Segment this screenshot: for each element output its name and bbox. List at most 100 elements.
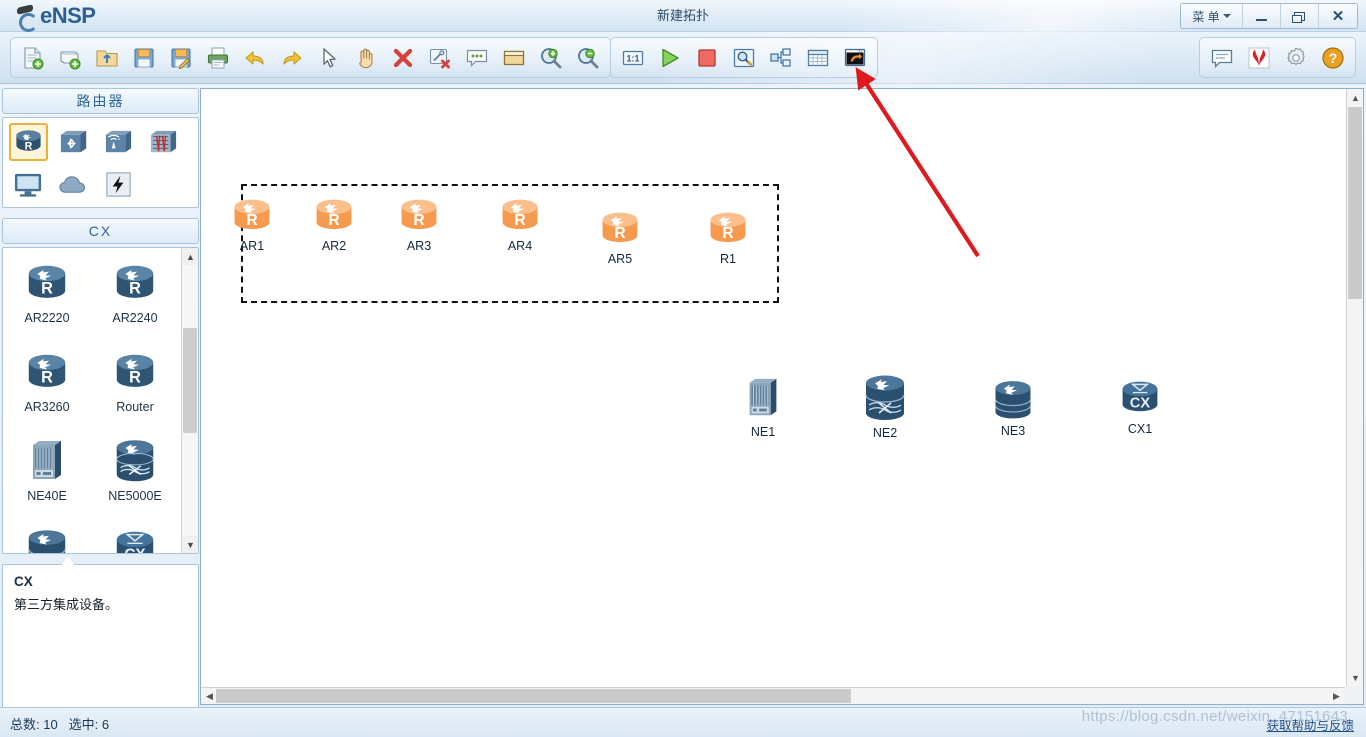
undo-button[interactable]	[237, 40, 273, 75]
status-counts: 总数: 10 选中: 6	[10, 714, 109, 733]
category-cloud[interactable]	[54, 165, 93, 203]
print-button[interactable]	[200, 40, 236, 75]
message-button[interactable]	[1204, 40, 1240, 75]
chevron-down-icon	[1222, 14, 1231, 18]
scroll-right-icon[interactable]: ▶	[1328, 688, 1345, 705]
shape-button[interactable]	[496, 40, 532, 75]
minimize-button[interactable]	[1243, 4, 1281, 28]
topology-node-ne3[interactable]: NE3	[989, 377, 1037, 438]
screen-record-button[interactable]	[837, 40, 873, 75]
category-firewall[interactable]	[144, 123, 183, 161]
topology-tree-button[interactable]	[763, 40, 799, 75]
zoom-out-button[interactable]	[570, 40, 606, 75]
device-model-router[interactable]: R Router	[91, 343, 179, 432]
scroll-down-icon[interactable]: ▼	[182, 536, 198, 553]
capture-packet-icon	[733, 48, 755, 67]
total-label: 总数:	[10, 717, 40, 732]
vertical-scroll-thumb[interactable]	[1348, 107, 1362, 299]
horizontal-scroll-thumb[interactable]	[216, 689, 851, 703]
topology-node-ar2[interactable]: R AR2	[310, 194, 358, 253]
router-selected-icon: R	[502, 199, 538, 229]
help-button[interactable]: ?	[1315, 40, 1351, 75]
scroll-down-icon[interactable]: ▼	[1347, 669, 1364, 686]
category-palette: R	[2, 117, 199, 208]
scroll-up-icon[interactable]: ▲	[182, 248, 198, 265]
remove-link-icon	[429, 48, 450, 68]
svg-text:R: R	[413, 212, 424, 229]
start-device-button[interactable]	[652, 40, 688, 75]
new-topology-button[interactable]	[15, 40, 51, 75]
select-tool-button[interactable]	[311, 40, 347, 75]
topology-node-ne2[interactable]: NE2	[859, 371, 911, 440]
topology-canvas[interactable]: R AR1 R AR2 R AR3 R AR4 R AR5 R R1 NE1 N…	[201, 89, 1345, 686]
canvas-horizontal-scrollbar[interactable]: ◀ ▶	[201, 687, 1345, 704]
new-device-button[interactable]	[52, 40, 88, 75]
canvas-vertical-scrollbar[interactable]: ▲ ▼	[1346, 89, 1363, 686]
total-value: 10	[43, 717, 58, 732]
delete-button[interactable]	[385, 40, 421, 75]
zoom-in-button[interactable]	[533, 40, 569, 75]
info-panel-tip	[61, 557, 75, 565]
remove-link-button[interactable]	[422, 40, 458, 75]
terminal-category-icon	[14, 173, 42, 197]
svg-text:R: R	[328, 212, 339, 229]
firewall-category-icon	[150, 130, 177, 152]
huawei-button[interactable]	[1241, 40, 1277, 75]
menu-button[interactable]: 菜 单	[1181, 4, 1243, 28]
router-icon: R	[110, 254, 160, 312]
save-as-icon	[171, 47, 191, 69]
device-model-ne40e[interactable]: NE40E	[3, 432, 91, 521]
grid-button[interactable]	[800, 40, 836, 75]
category-custom[interactable]	[99, 165, 138, 203]
device-model-ar2220[interactable]: R AR2220	[3, 254, 91, 343]
settings-button[interactable]	[1278, 40, 1314, 75]
node-label: AR2	[321, 239, 347, 253]
device-model-ne5000e[interactable]: NE5000E	[91, 432, 179, 521]
pan-tool-button[interactable]	[348, 40, 384, 75]
save-as-button[interactable]	[163, 40, 199, 75]
help-icon: ?	[1322, 46, 1344, 69]
category-terminal[interactable]	[9, 165, 48, 203]
router-selected-icon: R	[602, 212, 638, 242]
svg-text:R: R	[614, 225, 625, 242]
category-header: 路由器	[2, 88, 199, 114]
topology-tree-icon	[770, 47, 791, 67]
help-feedback-link[interactable]: 获取帮助与反馈	[1266, 715, 1354, 734]
topology-node-ar3[interactable]: R AR3	[395, 194, 443, 253]
category-router[interactable]: R	[9, 123, 48, 161]
actual-size-button[interactable]: 1:1	[615, 40, 651, 75]
scroll-up-icon[interactable]: ▲	[1347, 89, 1364, 106]
topology-node-ne1[interactable]: NE1	[741, 374, 785, 439]
shape-icon	[503, 50, 525, 65]
category-switch[interactable]	[54, 123, 93, 161]
topology-node-r1[interactable]: R R1	[704, 207, 752, 266]
stop-device-button[interactable]	[689, 40, 725, 75]
topology-node-cx1[interactable]: CX CX1	[1116, 377, 1164, 436]
selected-label: 选中:	[68, 717, 99, 732]
menu-button-label: 菜 单	[1192, 9, 1220, 24]
redo-button[interactable]	[274, 40, 310, 75]
svg-text:R: R	[722, 225, 733, 242]
capture-packet-button[interactable]	[726, 40, 762, 75]
device-list-scroll-thumb[interactable]	[183, 328, 197, 433]
node-label: NE3	[1000, 424, 1026, 438]
device-model-cx[interactable]: CX CX	[91, 521, 179, 553]
category-wlan[interactable]	[99, 123, 138, 161]
topology-node-ar4[interactable]: R AR4	[496, 194, 544, 253]
maximize-button[interactable]	[1281, 4, 1319, 28]
open-button[interactable]	[89, 40, 125, 75]
add-note-button[interactable]	[459, 40, 495, 75]
device-model-ar3260[interactable]: R AR3260	[3, 343, 91, 432]
device-list-scrollbar[interactable]: ▲ ▼	[181, 248, 198, 553]
zoom-in-icon	[541, 47, 562, 68]
save-button[interactable]	[126, 40, 162, 75]
device-model-ar2240[interactable]: R AR2240	[91, 254, 179, 343]
close-button[interactable]: ✕	[1319, 4, 1357, 28]
switch-category-icon	[60, 130, 87, 152]
topology-node-ar1[interactable]: R AR1	[228, 194, 276, 253]
device-model-ne9000[interactable]: NE9000	[3, 521, 91, 553]
topology-node-ar5[interactable]: R AR5	[596, 207, 644, 266]
device-model-label: NE40E	[27, 489, 67, 503]
svg-text:?: ?	[1329, 50, 1338, 66]
new-device-icon	[60, 50, 81, 69]
